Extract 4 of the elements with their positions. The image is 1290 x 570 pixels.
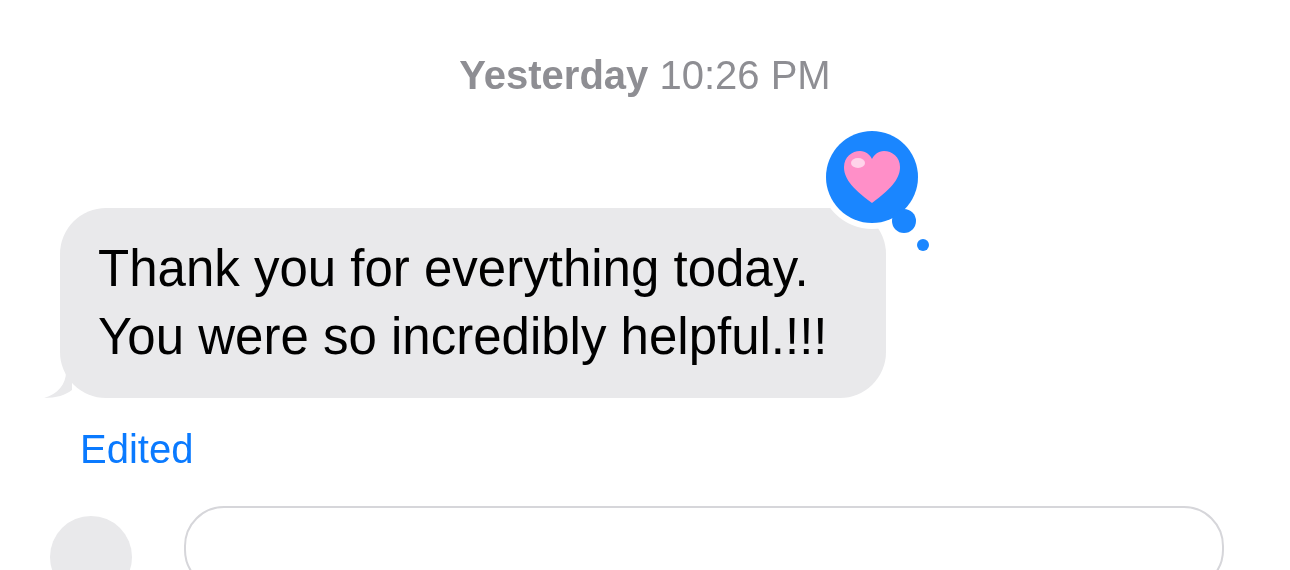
message-input-field[interactable] xyxy=(184,506,1224,570)
message-bubble[interactable]: Thank you for everything today. You were so incredibly helpful.!!! xyxy=(60,208,886,398)
timestamp: Yesterday 10:26 PM xyxy=(459,52,831,98)
edited-label[interactable]: Edited xyxy=(80,426,194,472)
